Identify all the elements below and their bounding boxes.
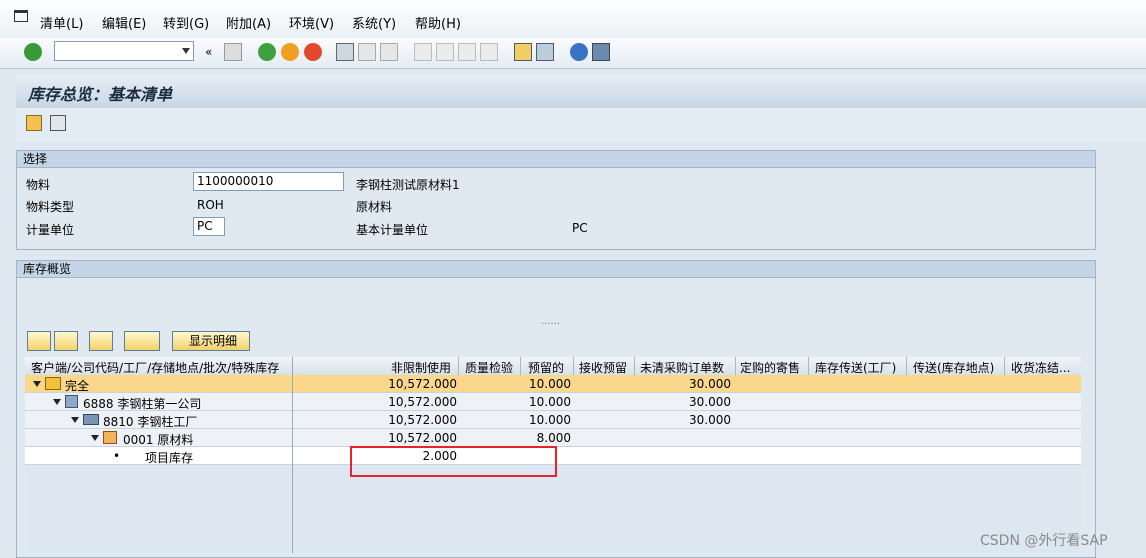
previous-page-icon[interactable] — [436, 43, 454, 61]
find-icon[interactable] — [89, 331, 113, 351]
row-unrestricted: 10,572.000 — [388, 377, 457, 391]
back-icon[interactable] — [258, 43, 276, 61]
cancel-icon[interactable] — [304, 43, 322, 61]
column-separator — [292, 357, 293, 553]
standard-toolbar: « — [0, 38, 1146, 69]
row-open-po: 30.000 — [689, 413, 731, 427]
company-icon — [65, 395, 78, 408]
base-uom-label: 基本计量单位 — [356, 223, 429, 237]
col-hierarchy[interactable]: 客户端/公司代码/工厂/存储地点/批次/特殊库存 — [31, 359, 279, 376]
plant-icon — [83, 414, 99, 425]
row-open-po: 30.000 — [689, 395, 731, 409]
base-uom-value: PC — [572, 221, 588, 235]
title-bar: 库存总览：基本清单 — [16, 75, 1146, 109]
material-field[interactable]: 1100000010 — [193, 172, 344, 191]
material-type-description: 原材料 — [356, 200, 393, 214]
command-field[interactable] — [54, 41, 194, 61]
tree-row-company[interactable]: 6888 李钢柱第一公司 10,572.000 10.000 30.000 — [25, 393, 1081, 411]
uom-field[interactable]: PC — [193, 217, 225, 236]
tree-row-plant[interactable]: 8810 李钢柱工厂 10,572.000 10.000 30.000 — [25, 411, 1081, 429]
selection-group-title: 选择 — [17, 151, 1095, 168]
col-quality-inspection[interactable]: 质量检验 — [465, 359, 513, 376]
row-label: 8810 李钢柱工厂 — [103, 415, 198, 429]
tree-row-storage-location[interactable]: 0001 原材料 10,572.000 8.000 — [25, 429, 1081, 447]
row-label: 完全 — [65, 379, 90, 393]
total-stock-icon — [45, 377, 61, 390]
find-icon[interactable] — [358, 43, 376, 61]
material-type-value: ROH — [197, 198, 224, 212]
uom-label: 计量单位 — [26, 223, 75, 237]
tree-row-total[interactable]: 完全 10,572.000 10.000 30.000 — [25, 375, 1081, 393]
new-session-icon[interactable] — [514, 43, 532, 61]
col-open-po[interactable]: 未清采购订单数 — [640, 359, 724, 376]
row-reserved: 10.000 — [529, 413, 571, 427]
menu-system[interactable]: 系统(Y) — [352, 13, 396, 32]
grid-header: 客户端/公司代码/工厂/存储地点/批次/特殊库存 非限制使用 质量检验 预留的 … — [25, 357, 1081, 376]
selection-group: 选择 物料 1100000010 李钢柱测试原材料1 物料类型 ROH 原材料 … — [16, 150, 1096, 250]
row-open-po: 30.000 — [689, 377, 731, 391]
material-description: 李钢柱测试原材料1 — [356, 178, 460, 192]
next-page-icon[interactable] — [458, 43, 476, 61]
exit-icon[interactable] — [281, 43, 299, 61]
expand-triangle-icon[interactable] — [53, 399, 61, 405]
material-type-label: 物料类型 — [26, 200, 75, 214]
menu-list[interactable]: 清单(L) — [40, 13, 83, 32]
col-gr-blocked[interactable]: 收货冻结... — [1011, 359, 1070, 376]
expand-triangle-icon[interactable] — [71, 417, 79, 423]
row-unrestricted: 10,572.000 — [388, 395, 457, 409]
page-title: 库存总览：基本清单 — [28, 85, 173, 104]
row-unrestricted: 10,572.000 — [388, 413, 457, 427]
menu-help[interactable]: 帮助(H) — [415, 13, 461, 32]
storage-location-icon — [103, 431, 117, 444]
col-received-reservation[interactable]: 接收预留 — [579, 359, 627, 376]
stock-overview-group: 库存概览 ······ 显示明细 客户端/公司代码/工厂/存储地点/批次/特殊库… — [16, 260, 1096, 558]
show-details-label: 显示明细 — [189, 334, 238, 348]
col-ordered-consignment[interactable]: 定购的寄售 — [740, 359, 800, 376]
menu-edit[interactable]: 编辑(E) — [102, 13, 146, 32]
col-transfer-sloc[interactable]: 传送(库存地点) — [913, 359, 994, 376]
collapse-all-icon[interactable] — [54, 331, 78, 351]
clipboard-icon[interactable] — [26, 115, 42, 131]
row-reserved: 8.000 — [536, 431, 571, 445]
shortcut-icon[interactable] — [536, 43, 554, 61]
expand-triangle-icon[interactable] — [91, 435, 99, 441]
save-icon[interactable] — [224, 43, 242, 61]
row-label: 项目库存 — [145, 451, 194, 465]
menu-environment[interactable]: 环境(V) — [289, 13, 334, 32]
menu-extras[interactable]: 附加(A) — [226, 13, 271, 32]
watermark: CSDN @外行看SAP — [980, 533, 1108, 549]
help-icon[interactable] — [570, 43, 588, 61]
chevron-down-icon[interactable] — [182, 48, 190, 54]
enter-icon[interactable] — [24, 43, 42, 61]
expand-triangle-icon[interactable] — [33, 381, 41, 387]
row-reserved: 10.000 — [529, 395, 571, 409]
last-page-icon[interactable] — [480, 43, 498, 61]
find-next-icon[interactable] — [380, 43, 398, 61]
col-transfer-plant[interactable]: 库存传送(工厂) — [815, 359, 896, 376]
overview-group-title: 库存概览 — [17, 261, 1095, 278]
first-page-icon[interactable] — [414, 43, 432, 61]
layout-icon[interactable] — [592, 43, 610, 61]
menu-goto[interactable]: 转到(G) — [163, 13, 209, 32]
row-label: 6888 李钢柱第一公司 — [83, 397, 202, 411]
highlight-box — [350, 446, 557, 477]
bullet-icon: • — [113, 449, 121, 463]
print-dropdown-icon[interactable] — [124, 331, 160, 351]
col-reserved[interactable]: 预留的 — [528, 359, 564, 376]
print-icon[interactable] — [336, 43, 354, 61]
material-label: 物料 — [26, 178, 51, 192]
col-unrestricted[interactable]: 非限制使用 — [391, 359, 451, 376]
splitter-handle[interactable]: ······ — [541, 319, 560, 330]
expand-all-icon[interactable] — [27, 331, 51, 351]
row-reserved: 10.000 — [529, 377, 571, 391]
collapse-icon[interactable]: « — [205, 45, 212, 59]
row-unrestricted: 10,572.000 — [388, 431, 457, 445]
row-label: 0001 原材料 — [123, 433, 194, 447]
app-menu-icon[interactable] — [14, 10, 28, 22]
menu-bar: 清单(L) 编辑(E) 转到(G) 附加(A) 环境(V) 系统(Y) 帮助(H… — [0, 0, 1146, 39]
show-details-button[interactable]: 显示明细 — [172, 331, 250, 351]
application-toolbar — [16, 108, 1146, 142]
refresh-icon[interactable] — [50, 115, 66, 131]
